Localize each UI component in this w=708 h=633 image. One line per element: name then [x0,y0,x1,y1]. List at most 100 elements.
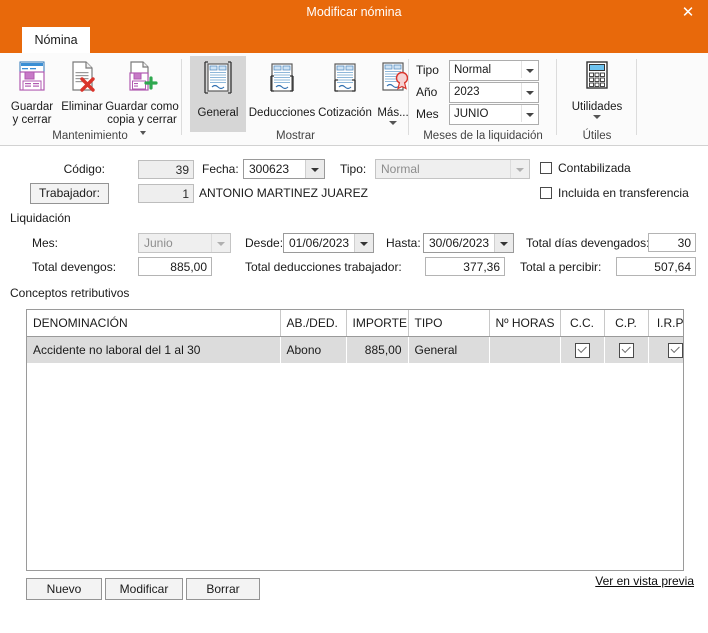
chevron-down-icon[interactable] [521,83,538,100]
chevron-down-icon [211,234,230,252]
ribbon-mes-value: JUNIO [454,108,489,120]
trabajador-code-field[interactable]: 1 [138,184,194,203]
guardar-como-copia-y-cerrar-button[interactable]: Guardar como copia y cerrar [104,56,180,140]
trabajador-name: ANTONIO MARTINEZ JUAREZ [199,186,368,200]
general-button[interactable]: General [190,56,246,132]
cell-irpf [648,337,683,364]
fecha-label: Fecha: [202,162,239,176]
page-general-icon [190,59,246,103]
chevron-down-icon[interactable] [494,234,513,252]
ver-en-vista-previa-link[interactable]: Ver en vista previa [595,574,694,588]
cotizacion-button[interactable]: Cotización [316,56,374,120]
mes-combo: Junio [138,233,231,253]
ribbon-mes-label: Mes [416,107,439,121]
ribbon-ano-combo[interactable]: 2023 [449,82,539,103]
col-denominacion[interactable]: DENOMINACIÓN [27,310,281,337]
total-percibir-label: Total a percibir: [520,260,602,274]
ribbon-tipo-combo[interactable]: Normal [449,60,539,81]
page-more-seal-icon [374,59,412,103]
table-header-row: DENOMINACIÓN AB./DED. IMPORTE TIPO Nº HO… [27,310,683,337]
mes-label: Mes: [32,236,59,250]
chevron-down-icon[interactable] [389,121,397,125]
fecha-value: 300623 [249,162,290,176]
chevron-down-icon[interactable] [354,234,373,252]
title-bar: Modificar nómina ✕ [0,0,708,25]
cell-cc [560,337,604,364]
ribbon-separator-3 [556,59,557,135]
hasta-combo[interactable]: 30/06/2023 [423,233,514,253]
total-devengos-label: Total devengos: [32,260,117,274]
save-copy-icon [104,59,180,97]
col-cp[interactable]: C.P. [604,310,649,337]
ribbon-tipo-label: Tipo [416,63,439,77]
codigo-field[interactable]: 39 [138,160,194,179]
checkbox-box[interactable] [540,187,552,199]
col-cc[interactable]: C.C. [560,310,605,337]
total-dias-field[interactable]: 30 [648,233,696,252]
col-tipo[interactable]: TIPO [408,310,490,337]
liquidacion-section-title: Liquidación [10,211,71,225]
page-deductions-icon [248,59,316,103]
total-percibir-field[interactable]: 507,64 [616,257,696,276]
hasta-label: Hasta: [386,236,421,250]
table-row[interactable]: Accidente no laboral del 1 al 30 Abono 8… [27,336,683,364]
modificar-button[interactable]: Modificar [105,578,183,600]
ribbon-ano-label: Año [416,85,438,99]
chevron-down-icon[interactable] [593,115,601,119]
total-deducciones-field[interactable]: 377,36 [425,257,505,276]
contabilizada-label: Contabilizada [558,161,631,175]
col-irpf[interactable]: I.R.P.F. [648,310,683,337]
chevron-down-icon[interactable] [305,160,324,178]
mes-value: Junio [144,236,173,250]
col-importe[interactable]: IMPORTE [346,310,409,337]
cell-importe: 885,00 [364,343,402,357]
fecha-combo[interactable]: 300623 [243,159,325,179]
trabajador-button[interactable]: Trabajador: [30,183,109,204]
calculator-icon [561,59,633,97]
col-horas[interactable]: Nº HORAS [489,310,561,337]
utilidades-button[interactable]: Utilidades [561,56,633,119]
cell-denominacion: Accidente no laboral del 1 al 30 [33,343,201,357]
checkbox-box[interactable] [540,162,552,174]
guardar-copia-label-line1: Guardar como [105,101,179,113]
guardar-y-cerrar-button[interactable]: Guardar y cerrar [4,56,60,127]
col-abded[interactable]: AB./DED. [280,310,347,337]
conceptos-table: DENOMINACIÓN AB./DED. IMPORTE TIPO Nº HO… [27,310,683,364]
general-label: General [197,107,239,119]
total-devengos-field[interactable]: 885,00 [138,257,212,276]
eliminar-button[interactable]: Eliminar [60,56,104,114]
ribbon-group-mostrar: General Deducciones Cotización Más... Mo… [184,53,409,145]
transferencia-label: Incluida en transferencia [558,186,689,200]
nuevo-button[interactable]: Nuevo [26,578,102,600]
ribbon-group-label-utiles: Útiles [582,130,612,142]
close-icon[interactable]: ✕ [668,0,708,25]
irpf-checkbox[interactable] [668,342,683,358]
guardar-y-cerrar-label-line2: y cerrar [12,114,52,126]
desde-combo[interactable]: 01/06/2023 [283,233,374,253]
hasta-value: 30/06/2023 [429,236,490,250]
deducciones-label: Deducciones [248,107,316,119]
deducciones-button[interactable]: Deducciones [248,56,316,120]
cell-cp [604,337,648,364]
tipo-value: Normal [381,162,420,176]
cell-tipo: General [414,343,458,357]
chevron-down-icon[interactable] [521,105,538,122]
mas-button[interactable]: Más... [374,56,412,125]
ribbon-separator-4 [636,59,637,135]
cc-checkbox[interactable] [574,342,590,358]
ribbon-group-mantenimiento: Guardar y cerrar Eliminar Guardar como c… [0,53,180,145]
cp-checkbox[interactable] [618,342,634,358]
ribbon-mes-combo[interactable]: JUNIO [449,104,539,125]
desde-label: Desde: [245,236,284,250]
ribbon-ano-value: 2023 [454,86,480,98]
ribbon: Guardar y cerrar Eliminar Guardar como c… [0,53,708,146]
tab-nomina[interactable]: Nómina [22,27,90,53]
conceptos-grid[interactable]: DENOMINACIÓN AB./DED. IMPORTE TIPO Nº HO… [26,309,684,571]
mas-label: Más... [377,107,409,119]
window-title: Modificar nómina [306,5,402,19]
chevron-down-icon[interactable] [521,61,538,78]
ribbon-group-meses: Tipo Normal Año 2023 Mes JUNIO Meses de … [411,53,555,145]
ribbon-group-label-meses: Meses de la liquidación [423,130,543,142]
borrar-button[interactable]: Borrar [186,578,260,600]
cotizacion-label: Cotización [318,107,372,119]
